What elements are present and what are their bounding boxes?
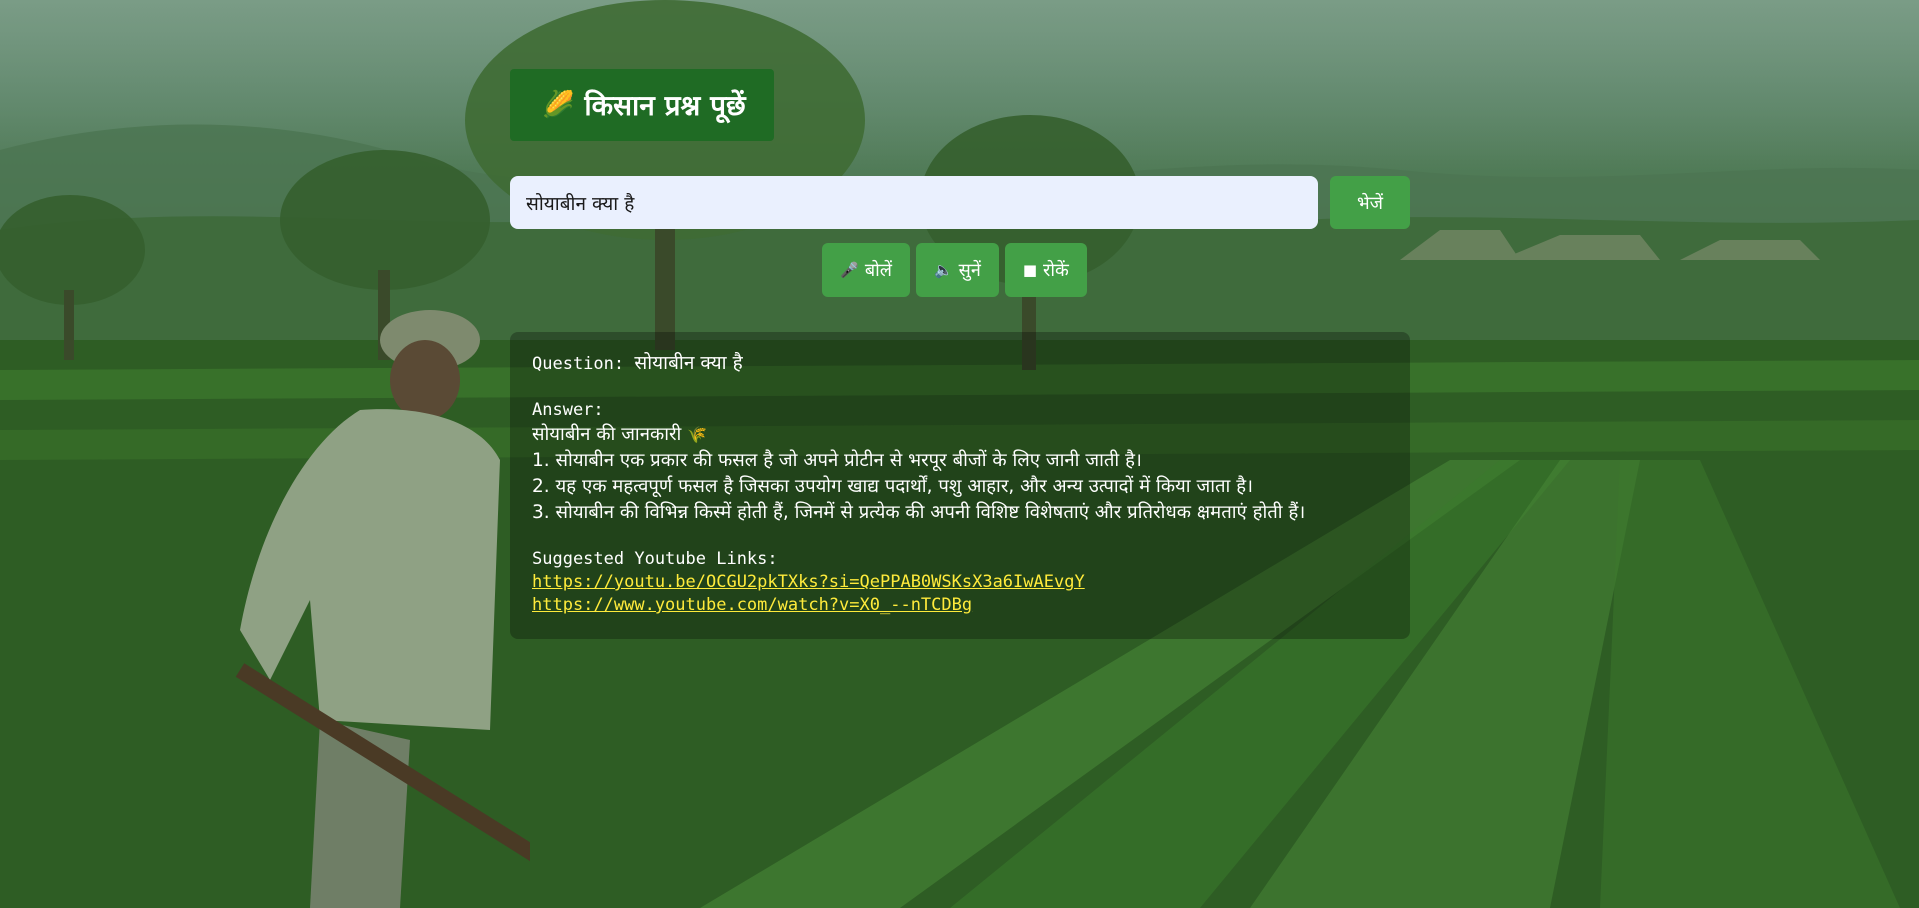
corn-icon: 🌽	[542, 90, 575, 120]
question-line: Question: सोयाबीन क्या है	[532, 352, 1388, 376]
voice-controls: 🎤 बोलें 🔈 सुनें ■ रोकें	[510, 243, 1410, 297]
stop-button-label: रोकें	[1043, 260, 1069, 281]
answer-point: 3. सोयाबीन की विभिन्न किस्में होती हैं, …	[532, 502, 1306, 523]
youtube-link[interactable]: https://youtu.be/OCGU2pkTXks?si=QePPAB0W…	[532, 571, 1388, 594]
answer-text: सोयाबीन की जानकारी 🌾 1. सोयाबीन एक प्रका…	[532, 422, 1388, 526]
listen-button-label: सुनें	[958, 260, 981, 281]
youtube-links-label: Suggested Youtube Links:	[532, 549, 778, 569]
wheat-icon: 🌾	[687, 425, 708, 444]
answer-point: 2. यह एक महत्वपूर्ण फसल है जिसका उपयोग ख…	[532, 476, 1254, 497]
page-title-banner: 🌽 किसान प्रश्न पूछें	[510, 69, 774, 141]
speaker-icon: 🔈	[933, 261, 953, 279]
answer-panel: Question: सोयाबीन क्या है Answer: सोयाबी…	[510, 332, 1410, 639]
answer-heading: सोयाबीन की जानकारी 🌾	[532, 424, 708, 445]
background-tree	[0, 195, 145, 360]
question-input[interactable]	[510, 176, 1318, 229]
page: 🌽 किसान प्रश्न पूछें भेजें 🎤 बोलें 🔈 सुन…	[0, 0, 1919, 908]
answer-label: Answer:	[532, 400, 604, 420]
send-button[interactable]: भेजें	[1330, 176, 1410, 229]
stop-icon: ■	[1022, 261, 1038, 279]
question-row: भेजें	[510, 176, 1410, 229]
stop-button[interactable]: ■ रोकें	[1004, 243, 1087, 297]
background-farmer	[235, 310, 530, 908]
speak-button[interactable]: 🎤 बोलें	[822, 243, 910, 297]
microphone-icon: 🎤	[840, 261, 859, 279]
question-text: सोयाबीन क्या है	[634, 352, 743, 374]
listen-button[interactable]: 🔈 सुनें	[915, 243, 999, 297]
answer-point: 1. सोयाबीन एक प्रकार की फसल है जो अपने प…	[532, 450, 1142, 471]
youtube-link[interactable]: https://www.youtube.com/watch?v=X0_--nTC…	[532, 594, 1388, 617]
main-content: 🌽 किसान प्रश्न पूछें भेजें 🎤 बोलें 🔈 सुन…	[510, 69, 1410, 639]
question-label: Question:	[532, 354, 625, 374]
page-title: किसान प्रश्न पूछें	[584, 89, 746, 122]
speak-button-label: बोलें	[864, 260, 892, 281]
